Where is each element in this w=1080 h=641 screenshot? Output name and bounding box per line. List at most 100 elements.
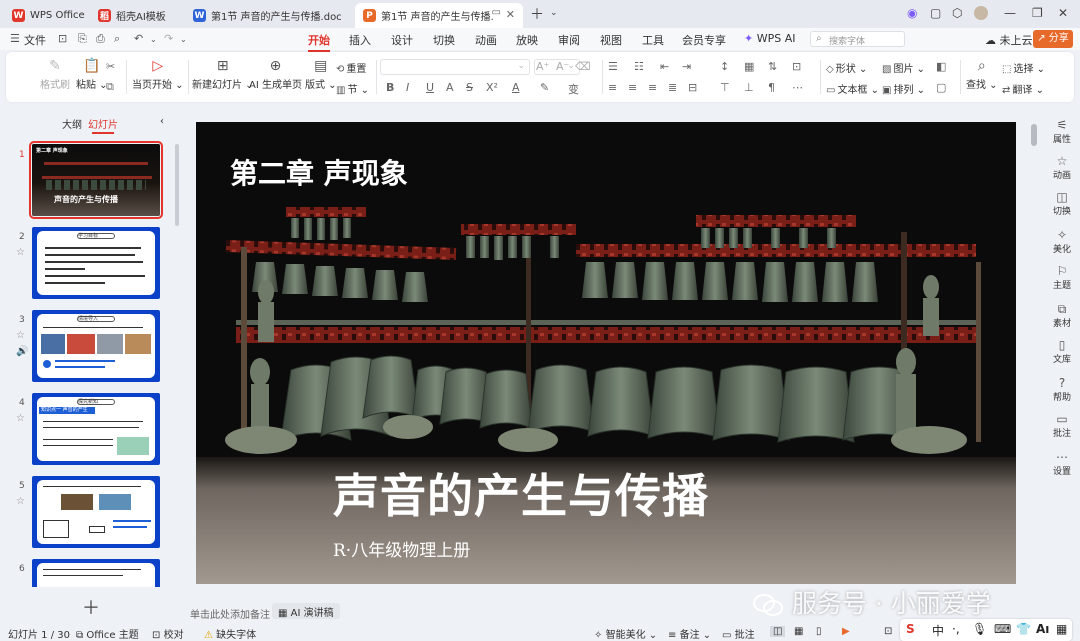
line-spacing-icon[interactable]: ↕ [720,60,729,73]
keyboard-icon[interactable]: ⌨ [994,622,1011,636]
new-slide-button[interactable]: ⊞ 新建幻灯片 ⌄ [192,58,254,91]
export-icon[interactable]: ⎘ [78,32,87,46]
copy-icon[interactable]: ⧉ [106,80,114,94]
save-icon[interactable]: ⊡ [58,32,67,45]
slide-thumbnail-3[interactable]: 情境导入 [32,310,160,382]
bullet-list-icon[interactable]: ☰ [608,60,618,73]
distribute-icon[interactable]: ⊟ [688,81,697,94]
start-from-current-button[interactable]: ▷ 当页开始 ⌄ [132,58,184,91]
format-painter-button[interactable]: ✎ 格式刷 [40,58,70,91]
menu-tab-animation[interactable]: 动画 [475,32,497,48]
paragraph-icon[interactable]: ¶ [768,81,775,94]
numbered-list-icon[interactable]: ☷ [634,60,644,73]
star-icon[interactable]: ☆ [16,330,25,341]
sidebar-beautify[interactable]: ✧ 美化 [1044,228,1080,255]
menu-tab-tools[interactable]: 工具 [642,32,664,48]
decrease-font-icon[interactable]: A⁻ [556,60,569,73]
superscript-icon[interactable]: X² [486,81,498,94]
scrollbar-thumb[interactable] [1031,124,1037,146]
slide-thumbnail-2[interactable]: 学习目标 [32,227,160,299]
outline-icon[interactable]: ▢ [936,81,946,94]
menu-tab-transition[interactable]: 切换 [433,32,455,48]
decrease-indent-icon[interactable]: ⇤ [660,60,669,73]
tab-docer-templates[interactable]: 稻 稻壳AI模板 [90,3,182,28]
redo-dropdown-icon[interactable]: ⌄ [180,35,187,44]
window-restore-icon[interactable]: ▢ [930,6,941,20]
ai-slide-button[interactable]: ⊕ AI 生成单页 [249,58,302,91]
new-tab-icon[interactable]: ＋ [530,4,544,24]
minimize-icon[interactable]: — [1004,6,1016,20]
textbox-button[interactable]: ▭ 文本框 ⌄ [826,81,879,96]
justify-icon[interactable]: ≣ [668,81,677,94]
print-icon[interactable]: ⎙ [96,32,105,46]
align-left-icon[interactable]: ≡ [608,81,617,94]
fit-window-icon[interactable]: ⊡ [884,626,892,637]
find-button[interactable]: ⌕ 查找 ⌄ [966,58,998,91]
slide-thumbnail-1[interactable]: 第二章 声现象 声音的产生与传播 [29,141,163,219]
smart-beautify-button[interactable]: ✧ 智能美化 ⌄ [594,626,657,641]
menu-tab-review[interactable]: 审阅 [558,32,580,48]
slide-canvas[interactable]: 第二章 声现象 声音的产生与传播 R·八年级物理上册 [196,122,1016,584]
arrange-button[interactable]: ▣ 排列 ⌄ [882,81,925,96]
italic-icon[interactable]: I [406,81,409,94]
sogou-logo-icon[interactable]: S [906,622,915,636]
highlight-icon[interactable]: ✎ [540,81,549,94]
underline-icon[interactable]: U [426,81,434,94]
theme-status[interactable]: ⧉ Office 主题 [76,626,139,641]
window-icon[interactable]: ▭ [492,7,501,18]
star-icon[interactable]: ☆ [16,413,25,424]
missing-font-status[interactable]: ⚠ 缺失字体 [204,626,256,641]
slide-sorter-icon[interactable]: ▦ [794,626,803,637]
menu-tab-wps-ai[interactable]: ✦ WPS AI [744,32,795,45]
sidebar-help[interactable]: ? 帮助 [1044,376,1080,403]
slide-subtitle[interactable]: R·八年级物理上册 [333,536,470,561]
sidebar-transition[interactable]: ◫ 切换 [1044,190,1080,217]
ime-mode[interactable]: 中 [932,622,944,639]
fill-icon[interactable]: ◧ [936,60,946,73]
maximize-icon[interactable]: ❐ [1032,6,1043,20]
comments-toggle[interactable]: ▭ 批注 [722,626,755,641]
slide-thumbnail-6[interactable] [32,559,160,587]
text-box-align-icon[interactable]: ⊥ [744,81,754,94]
share-button[interactable]: ↗ 分享 [1033,30,1073,48]
avatar[interactable] [974,6,988,20]
tab-wps-office[interactable]: W WPS Office [4,3,86,28]
tab-outline[interactable]: 大纲 [62,116,82,131]
sidebar-properties[interactable]: ⚟ 属性 [1044,118,1080,145]
clear-format-icon[interactable]: ⌫ [575,60,591,73]
add-slide-button[interactable]: ＋ [82,594,100,620]
proofread-status[interactable]: ⊡ 校对 [152,626,184,641]
cut-icon[interactable]: ✂ [106,60,115,73]
menu-tab-member[interactable]: 会员专享 [682,32,726,48]
toolbox-icon[interactable]: ▦ [1056,622,1067,636]
slide-title[interactable]: 声音的产生与传播 [333,460,709,526]
play-slideshow-icon[interactable]: ▶ [842,626,850,637]
menu-tab-home[interactable]: 开始 [308,32,330,52]
star-icon[interactable]: ☆ [16,496,25,507]
slide-scrollbar[interactable] [1029,122,1039,584]
cloud-status[interactable]: ☁ 未上云 [985,32,1033,48]
file-menu[interactable]: 文件 [24,32,46,48]
chapter-heading[interactable]: 第二章 声现象 [230,152,408,192]
undo-dropdown-icon[interactable]: ⌄ [150,35,157,44]
slide-thumbnail-5[interactable] [32,476,160,548]
sidebar-materials[interactable]: ⧉ 素材 [1044,302,1080,329]
reset-button[interactable]: ⟲ 重置 [336,60,366,75]
ai-speech-button[interactable]: ▦ AI 演讲稿 [272,603,340,619]
undo-icon[interactable]: ↶ [134,32,143,45]
thumbnail-scrollbar[interactable] [175,144,179,226]
select-button[interactable]: ⬚ 选择 ⌄ [1002,60,1045,75]
font-color-icon[interactable]: A [512,81,520,94]
collapse-panel-icon[interactable]: ‹ [160,116,164,127]
menu-tab-design[interactable]: 设计 [391,32,413,48]
chevron-down-icon[interactable]: ⌄ [550,8,558,18]
align-center-icon[interactable]: ≡ [628,81,637,94]
convert-smartart-icon[interactable]: ⊡ [792,60,801,73]
more-format-icon[interactable]: ⋯ [792,81,803,94]
redo-icon[interactable]: ↷ [164,32,173,45]
close-tab-icon[interactable]: ✕ [506,8,515,21]
font-family-select[interactable]: ⌄ [380,59,530,75]
punctuation-icon[interactable]: ·, [952,622,960,636]
print-preview-icon[interactable]: ⌕ [114,32,120,46]
increase-indent-icon[interactable]: ⇥ [682,60,691,73]
